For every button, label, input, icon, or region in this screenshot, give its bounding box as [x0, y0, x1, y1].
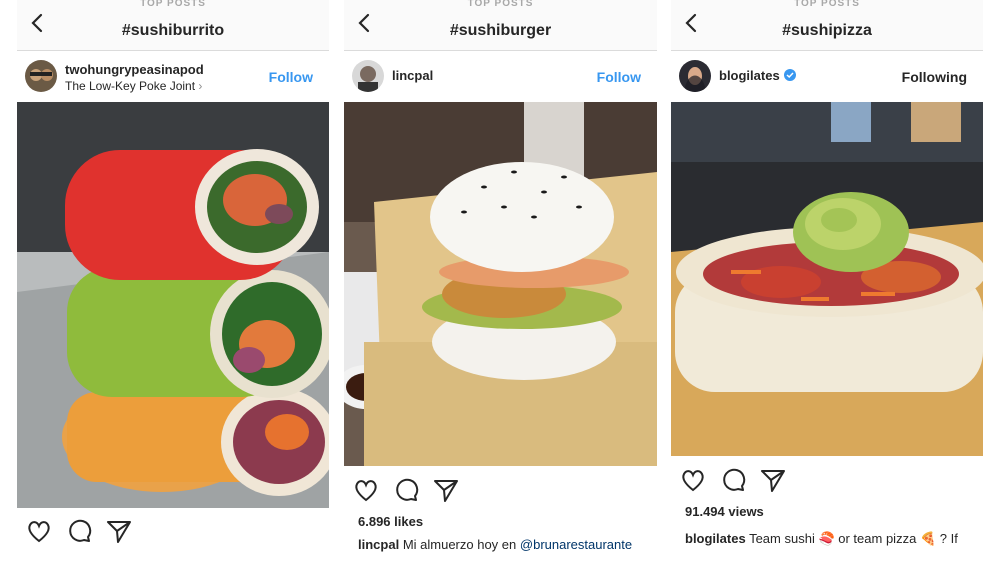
share-icon[interactable] [432, 476, 460, 504]
follow-button[interactable]: Follow [597, 69, 641, 85]
top-bar: TOP POSTS #sushiburger [344, 0, 657, 51]
top-posts-label: TOP POSTS [794, 0, 860, 9]
post-photo-sushipizza[interactable] [671, 102, 983, 456]
views-count[interactable]: 91.494 views [685, 504, 764, 519]
location-text: The Low-Key Poke Joint [65, 79, 196, 93]
comment-icon[interactable] [719, 466, 747, 494]
username[interactable]: blogilates [719, 68, 796, 83]
post-header: blogilates Following [671, 52, 983, 102]
caption-text: Mi almuerzo hoy en [402, 537, 517, 552]
post-caption: blogilates Team sushi 🍣 or team pizza 🍕 … [685, 531, 958, 547]
share-icon[interactable] [105, 517, 133, 545]
caption-mention-link[interactable]: @brunarestaurante [520, 537, 632, 552]
post-caption: lincpal Mi almuerzo hoy en @brunarestaur… [358, 537, 632, 552]
sushi-emoji-icon: 🍣 [818, 531, 835, 546]
avatar[interactable] [352, 60, 384, 92]
likes-count[interactable]: 6.896 likes [358, 514, 423, 529]
username[interactable]: twohungrypeasinapod [65, 62, 204, 77]
following-button[interactable]: Following [902, 69, 967, 85]
caption-text: or team pizza [838, 531, 917, 546]
caption-username[interactable]: lincpal [358, 537, 399, 552]
hashtag-title: #sushipizza [782, 22, 872, 39]
hashtag-title: #sushiburrito [121, 22, 225, 39]
heart-icon[interactable] [25, 517, 53, 545]
follow-button[interactable]: Follow [269, 69, 313, 85]
top-posts-label: TOP POSTS [467, 0, 534, 9]
chevron-right-icon: › [198, 79, 203, 93]
hashtag-title: #sushiburger [449, 22, 552, 39]
post-panel-sushiburrito: TOP POSTS #sushiburrito twohungrypeasina… [17, 0, 329, 567]
avatar[interactable] [679, 60, 711, 92]
username[interactable]: lincpal [392, 68, 433, 83]
username-text: blogilates [719, 68, 780, 83]
top-posts-label: TOP POSTS [140, 0, 206, 9]
location-link[interactable]: The Low-Key Poke Joint › [65, 79, 202, 93]
post-photo-sushiburrito[interactable] [17, 102, 329, 508]
pizza-emoji-icon: 🍕 [919, 531, 937, 546]
share-icon[interactable] [759, 466, 787, 494]
post-header: twohungrypeasinapod The Low-Key Poke Joi… [17, 52, 329, 102]
caption-text: ? If [939, 531, 958, 546]
caption-text: Team sushi [749, 531, 815, 546]
avatar[interactable] [25, 60, 57, 92]
heart-icon[interactable] [679, 466, 707, 494]
heart-icon[interactable] [352, 476, 380, 504]
verified-badge-icon [783, 69, 796, 81]
post-panel-sushiburger: TOP POSTS #sushiburger lincpal Follow 6.… [344, 0, 657, 567]
top-bar: TOP POSTS #sushiburrito [17, 0, 329, 51]
post-photo-sushiburger[interactable] [344, 102, 657, 466]
top-bar: TOP POSTS #sushipizza [671, 0, 983, 51]
post-header: lincpal Follow [344, 52, 657, 102]
post-panel-sushipizza: TOP POSTS #sushipizza blogilates Followi… [671, 0, 983, 567]
caption-username[interactable]: blogilates [685, 531, 746, 546]
comment-icon[interactable] [392, 476, 420, 504]
comment-icon[interactable] [65, 517, 93, 545]
